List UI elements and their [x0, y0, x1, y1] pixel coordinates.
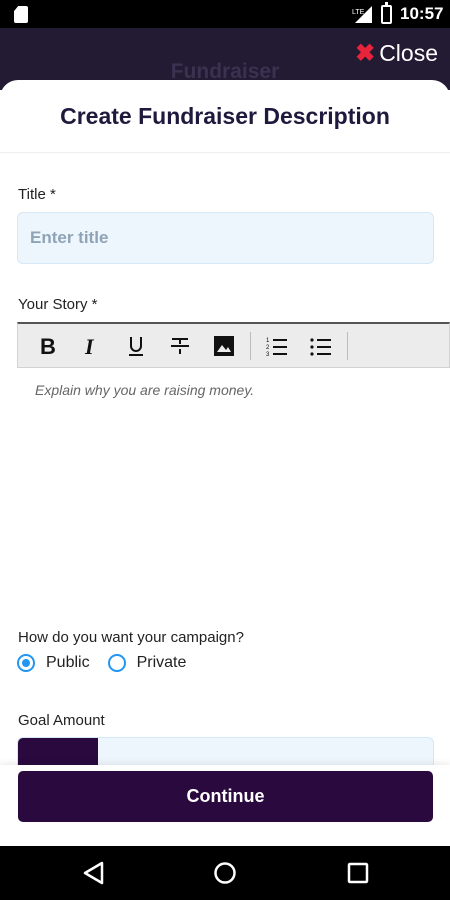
radio-public-button[interactable]: [17, 654, 35, 672]
italic-button[interactable]: I: [70, 328, 114, 364]
campaign-visibility-group: Public Private: [17, 654, 204, 672]
recents-icon[interactable]: [344, 860, 372, 886]
underline-button[interactable]: [114, 328, 158, 364]
bottom-action-bar: Continue: [0, 765, 450, 846]
sheet-header: Create Fundraiser Description: [0, 80, 450, 153]
battery-icon: [381, 2, 392, 24]
toolbar-divider: [347, 331, 348, 360]
underline-icon: [129, 336, 143, 356]
svg-text:3: 3: [266, 352, 270, 357]
status-bar: LTE 10:57: [0, 0, 450, 28]
story-editor[interactable]: B I 123 Explain why you are raising mone…: [17, 322, 450, 602]
close-icon: ✖: [355, 39, 376, 67]
radio-public-label: Public: [46, 654, 90, 671]
home-icon[interactable]: [211, 860, 239, 886]
network-type: LTE: [352, 9, 365, 16]
story-text-area[interactable]: Explain why you are raising money.: [17, 368, 450, 412]
radio-private[interactable]: Private: [107, 654, 187, 672]
svg-text:2: 2: [266, 345, 270, 351]
story-placeholder: Explain why you are raising money.: [35, 382, 255, 398]
goal-label: Goal Amount: [18, 712, 105, 729]
editor-toolbar: B I 123: [17, 322, 450, 368]
signal-icon: LTE: [352, 6, 372, 23]
strikethrough-button[interactable]: [158, 328, 202, 364]
close-label: Close: [379, 40, 438, 66]
continue-button[interactable]: Continue: [18, 771, 433, 822]
goal-amount-input[interactable]: [17, 737, 434, 767]
back-icon[interactable]: [80, 860, 108, 886]
title-input[interactable]: [17, 212, 434, 264]
ordered-list-icon: 123: [266, 338, 287, 357]
close-button[interactable]: ✖ Close: [355, 40, 438, 67]
svg-text:1: 1: [266, 338, 270, 344]
radio-private-label: Private: [136, 654, 187, 671]
title-label: Title *: [18, 186, 56, 203]
svg-text:B: B: [40, 335, 56, 357]
android-nav-bar: [0, 846, 450, 900]
currency-prefix: [18, 738, 98, 766]
ordered-list-button[interactable]: 123: [255, 328, 299, 364]
story-label: Your Story *: [18, 296, 98, 313]
bullet-list-button[interactable]: [299, 328, 343, 364]
campaign-question: How do you want your campaign?: [18, 629, 244, 646]
image-icon: [214, 335, 234, 356]
sheet-title: Create Fundraiser Description: [60, 102, 390, 129]
toolbar-divider: [250, 331, 251, 360]
bold-button[interactable]: B: [26, 328, 70, 364]
image-button[interactable]: [202, 328, 246, 364]
bold-icon: B: [40, 335, 56, 357]
bottom-sheet: Create Fundraiser Description Title * Yo…: [0, 80, 450, 846]
italic-icon: I: [84, 335, 95, 357]
clock: 10:57: [400, 4, 444, 23]
radio-private-button[interactable]: [107, 654, 126, 672]
bullet-list-icon: [310, 337, 331, 356]
sim-card-icon: [14, 6, 28, 23]
svg-text:I: I: [84, 335, 95, 357]
strikethrough-icon: [171, 337, 189, 354]
radio-public[interactable]: Public: [17, 654, 90, 672]
